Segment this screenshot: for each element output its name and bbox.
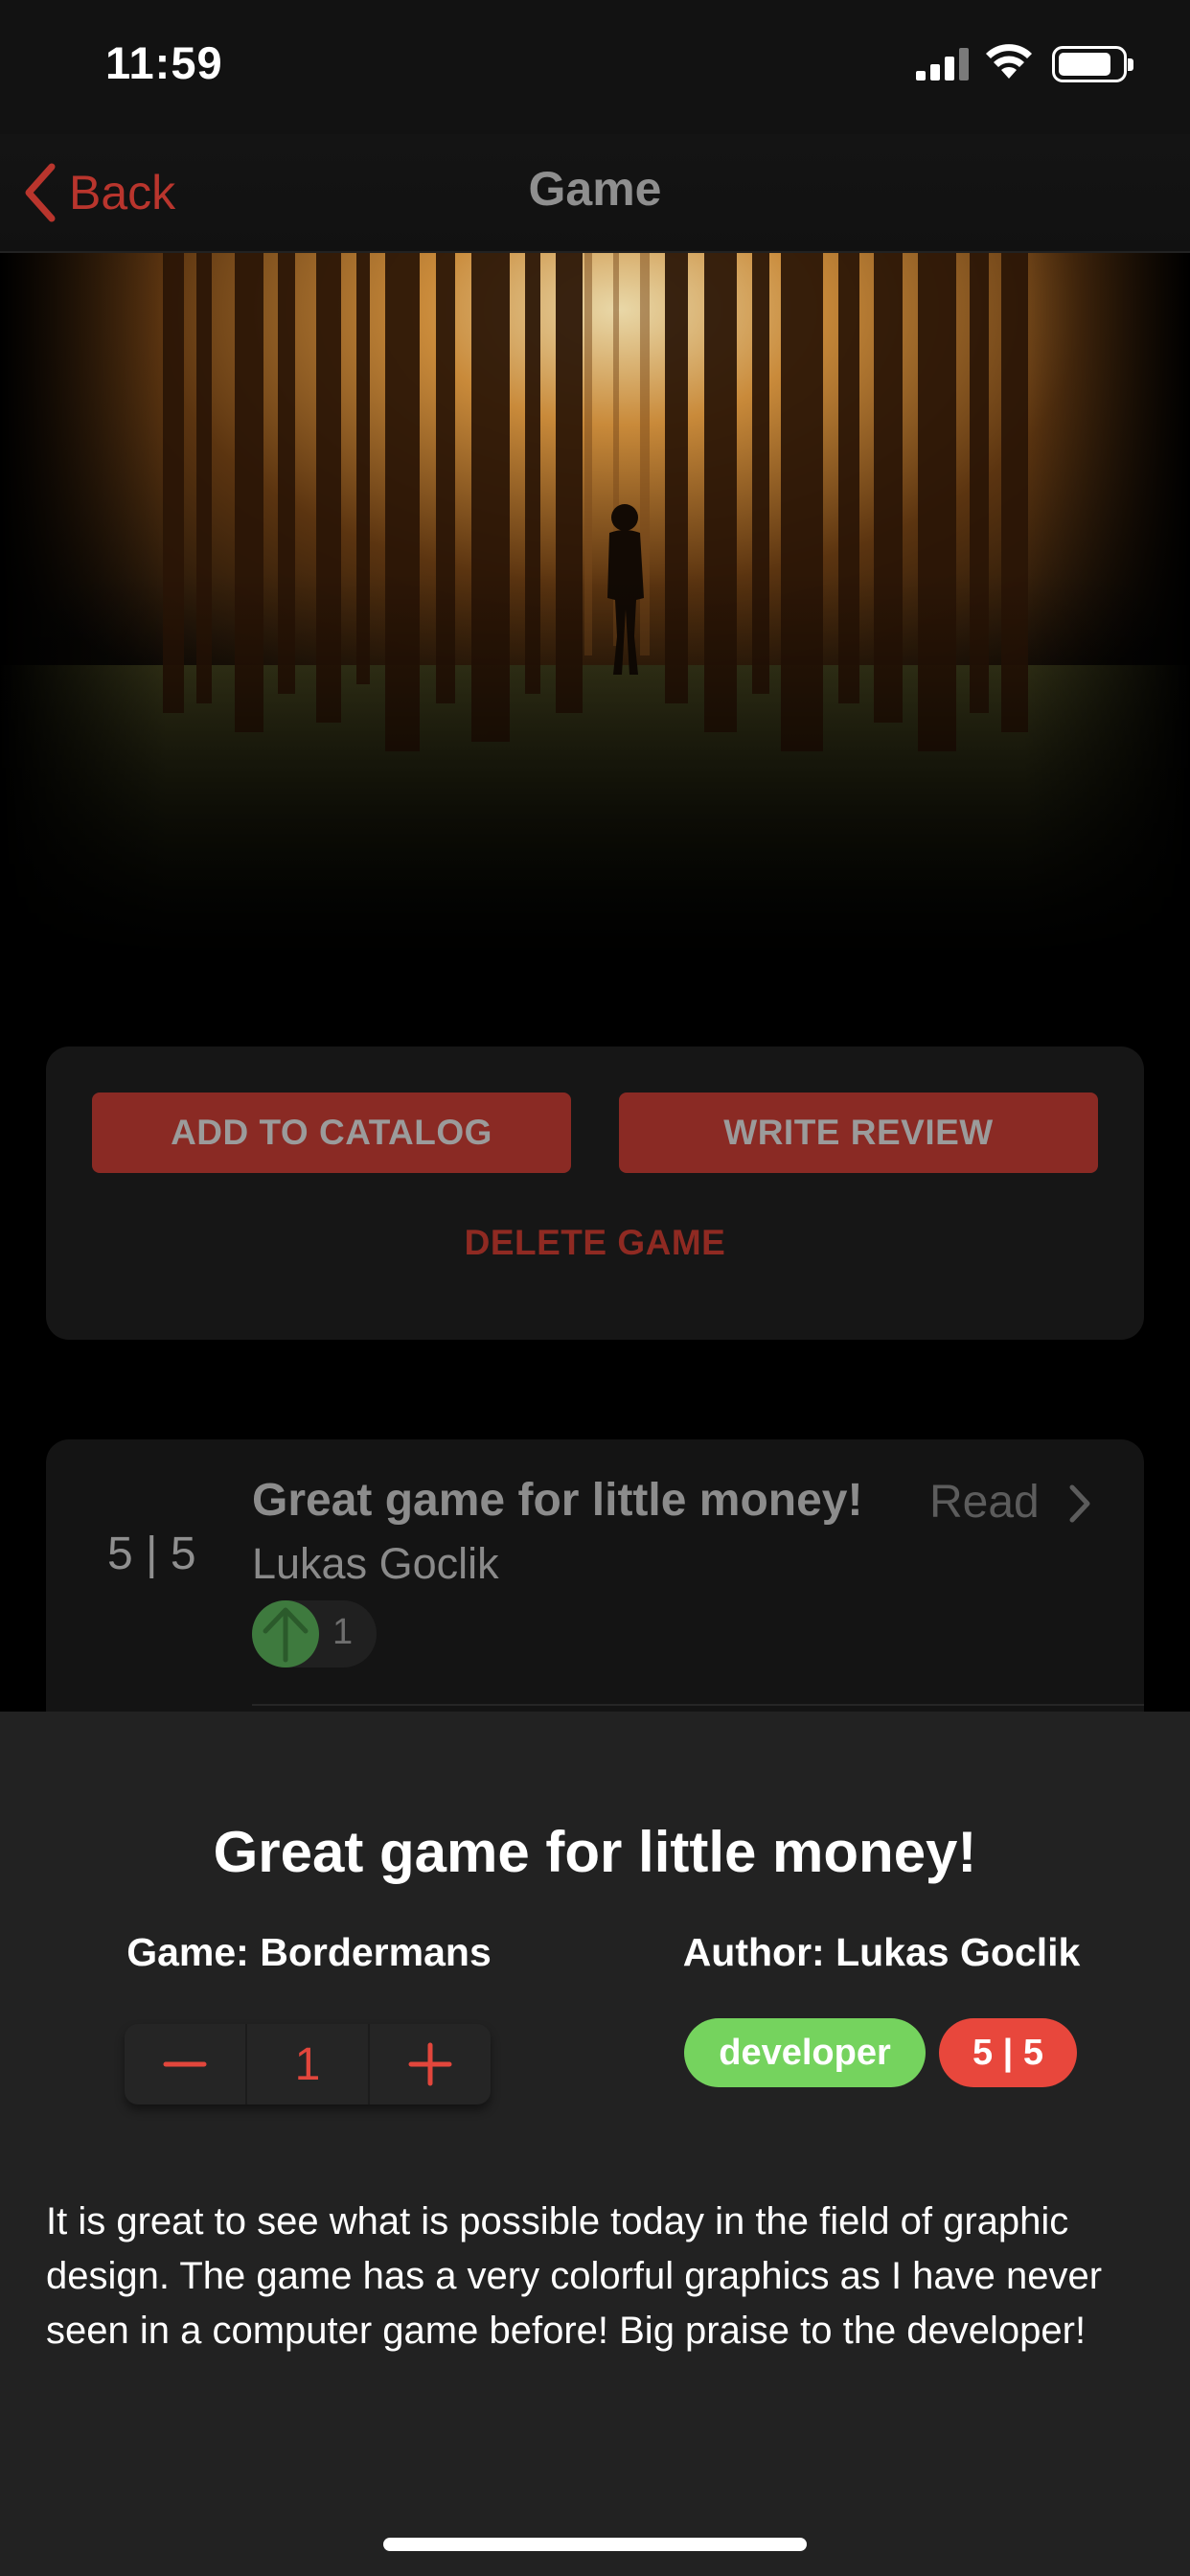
review-author-name: Author: Lukas Goclik — [682, 1930, 1081, 1974]
review-detail-sheet: Great game for little money! Game: Borde… — [0, 1712, 1190, 2576]
score-badge: 5 | 5 — [939, 2018, 1077, 2087]
arrow-up-icon — [263, 1607, 309, 1663]
review-body-text: It is great to see what is possible toda… — [46, 2200, 1103, 2352]
review-list-item[interactable]: 5 | 5 Great game for little money! Read … — [46, 1439, 1144, 1727]
plus-icon — [408, 2042, 452, 2086]
vote-count: 1 — [332, 1612, 354, 1652]
review-author: Lukas Goclik — [252, 1539, 499, 1588]
game-cover-image — [0, 253, 1190, 962]
status-time: 11:59 — [105, 37, 223, 88]
review-game-name: Game: Bordermans — [126, 1930, 492, 1974]
review-detail-title: Great game for little money! — [213, 1820, 977, 1884]
status-bar: 11:59 — [0, 0, 1190, 134]
write-review-button[interactable]: WRITE REVIEW — [619, 1092, 1098, 1173]
review-title: Great game for little money! — [252, 1475, 863, 1526]
page-title: Game — [528, 162, 662, 216]
role-badge: developer — [684, 2018, 926, 2087]
wifi-icon — [986, 44, 1032, 79]
nav-bar: Back Game — [0, 134, 1190, 253]
decrement-button[interactable] — [125, 2024, 245, 2104]
vote-stepper: 1 — [125, 2024, 491, 2104]
game-actions-card: ADD TO CATALOG WRITE REVIEW DELETE GAME — [46, 1046, 1144, 1340]
review-score: 5 | 5 — [107, 1529, 196, 1579]
divider — [252, 1704, 1144, 1706]
battery-icon — [1052, 46, 1133, 82]
vote-pill: 1 — [252, 1600, 377, 1668]
increment-button[interactable] — [368, 2024, 491, 2104]
delete-game-button[interactable]: DELETE GAME — [46, 1223, 1144, 1263]
read-review-link[interactable]: Read — [929, 1476, 1040, 1529]
minus-icon — [163, 2061, 207, 2067]
cellular-signal-icon — [916, 48, 970, 80]
stepper-value-cell: 1 — [245, 2024, 368, 2104]
stepper-value: 1 — [294, 2038, 321, 2090]
chevron-right-icon — [1069, 1484, 1090, 1523]
home-indicator[interactable] — [383, 2538, 807, 2551]
add-to-catalog-button[interactable]: ADD TO CATALOG — [92, 1092, 571, 1173]
upvote-button[interactable] — [252, 1600, 319, 1668]
